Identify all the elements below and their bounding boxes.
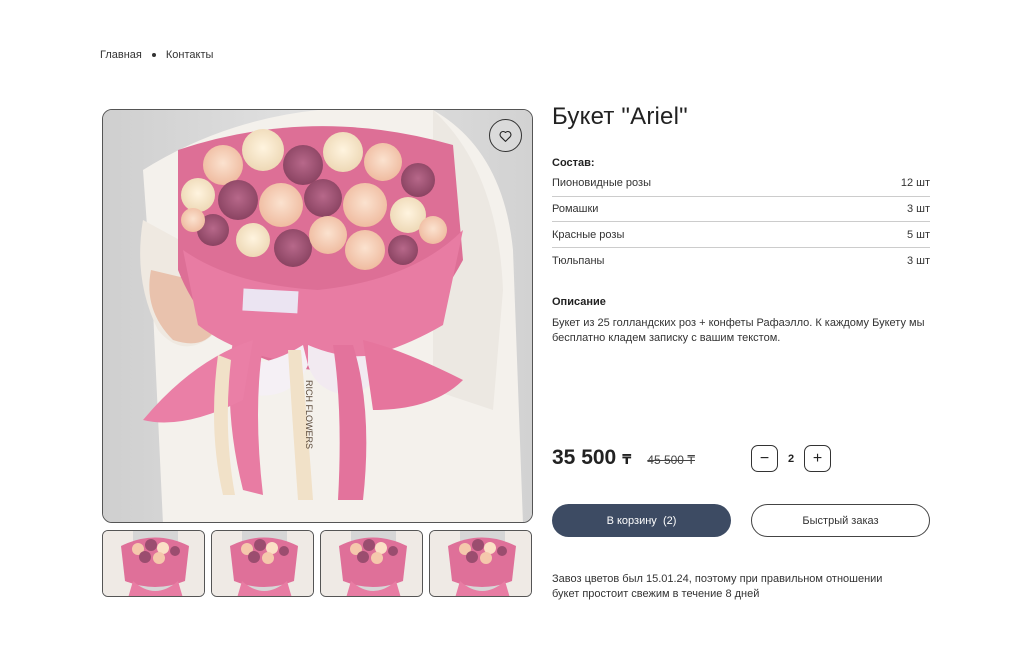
thumbnail-3[interactable] [320, 530, 423, 597]
composition-item-name: Тюльпаны [552, 254, 605, 267]
thumbnail-1[interactable] [102, 530, 205, 597]
thumbnail-4[interactable] [429, 530, 532, 597]
increase-quantity-button[interactable]: + [804, 445, 831, 472]
favorite-button[interactable] [489, 119, 522, 152]
composition-item-qty: 5 шт [906, 228, 930, 241]
quick-order-button[interactable]: Быстрый заказ [751, 504, 930, 537]
ribbon-text: RICH FLOWERS [304, 380, 314, 449]
product-description: Букет из 25 голландских роз + конфеты Ра… [552, 317, 925, 344]
composition-label: Состав: [552, 157, 595, 169]
breadcrumb-separator [151, 53, 156, 57]
composition-item-qty: 3 шт [906, 203, 930, 216]
composition-item-qty: 3 шт [906, 254, 930, 267]
composition-list: Пионовидные розы 12 шт Ромашки 3 шт Крас… [552, 171, 930, 274]
freshness-note: Завоз цветов был 15.01.24, поэтому при п… [552, 573, 883, 600]
current-price: 35 500 [552, 446, 617, 469]
old-price: 45 500 ₸ [647, 453, 695, 467]
price-block: 35 500 ₸ 45 500 ₸ [552, 446, 695, 470]
composition-row: Пионовидные розы 12 шт [552, 171, 930, 197]
composition-item-qty: 12 шт [900, 177, 930, 190]
main-product-image[interactable]: RICH FLOWERS [102, 109, 533, 523]
bouquet-illustration: RICH FLOWERS [103, 110, 532, 522]
breadcrumb-home-link[interactable]: Главная [100, 49, 142, 61]
currency-symbol: ₸ [622, 452, 632, 467]
breadcrumb-current-link[interactable]: Контакты [166, 49, 214, 61]
quantity-value: 2 [787, 452, 795, 465]
thumbnail-gallery [102, 530, 532, 597]
composition-item-name: Ромашки [552, 203, 599, 216]
quantity-stepper: − 2 + [751, 445, 831, 472]
composition-item-name: Пионовидные розы [552, 177, 651, 190]
product-title: Букет "Ariel" [552, 103, 688, 130]
cart-count: (2) [662, 514, 677, 527]
breadcrumb: Главная Контакты [100, 49, 213, 61]
add-to-cart-button[interactable]: В корзину (2) [552, 504, 731, 537]
composition-item-name: Красные розы [552, 228, 625, 241]
cart-button-label: В корзину [606, 514, 657, 527]
description-label: Описание [552, 296, 606, 308]
composition-row: Ромашки 3 шт [552, 197, 930, 223]
heart-icon [499, 130, 512, 142]
decrease-quantity-button[interactable]: − [751, 445, 778, 472]
composition-row: Тюльпаны 3 шт [552, 248, 930, 274]
composition-row: Красные розы 5 шт [552, 222, 930, 249]
thumbnail-2[interactable] [211, 530, 314, 597]
